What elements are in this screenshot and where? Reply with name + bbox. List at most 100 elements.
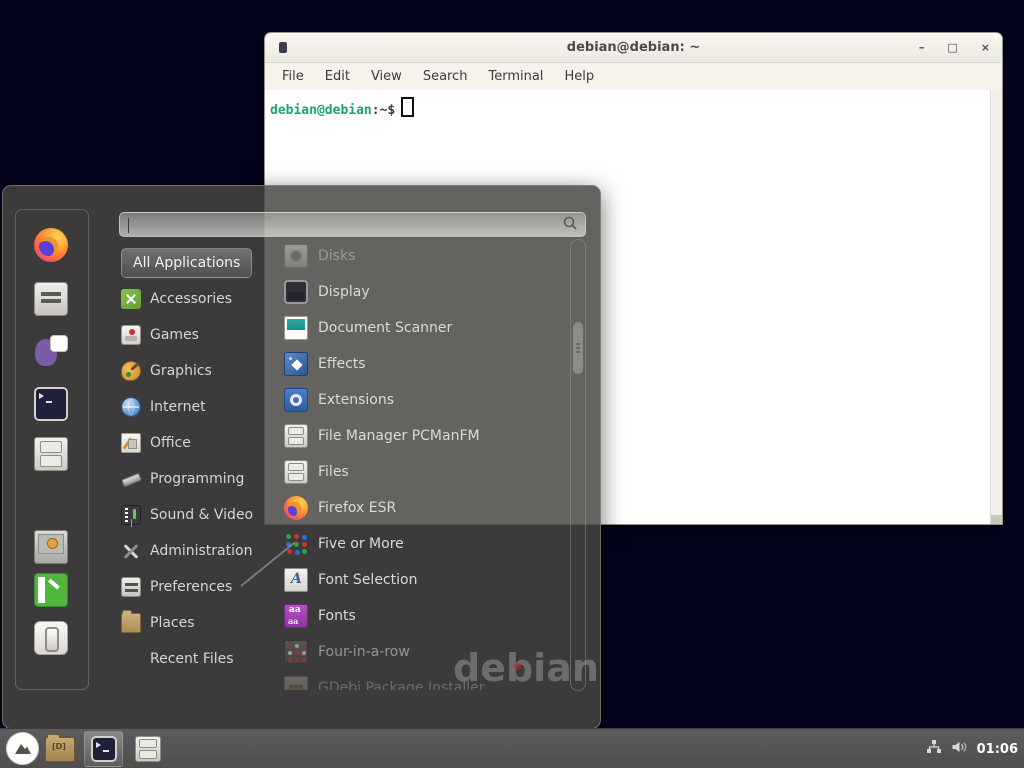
wired-network-icon[interactable] [926, 739, 942, 759]
control-center-icon [34, 282, 68, 316]
app-label: Font Selection [318, 572, 417, 588]
display-icon [284, 280, 308, 304]
menu-file[interactable]: File [282, 69, 304, 84]
minimize-button[interactable]: – [919, 42, 925, 53]
accessories-icon [121, 289, 141, 309]
effects-icon [284, 352, 308, 376]
lock-screen-button[interactable] [34, 530, 68, 564]
programming-icon [121, 469, 141, 489]
lock-screen-icon [34, 530, 68, 564]
category-label: Internet [150, 399, 206, 415]
log-out-button[interactable] [34, 573, 68, 607]
app-label: Effects [318, 356, 366, 372]
category-all-applications[interactable]: All Applications [121, 248, 252, 278]
prompt-path: :~$ [372, 103, 395, 118]
app-label: Display [318, 284, 370, 300]
app-label: GDebi Package Installer [318, 680, 484, 690]
menu-help[interactable]: Help [564, 69, 594, 84]
desktop: debian@debian: ~ – □ × File Edit View Se… [0, 0, 1024, 768]
font-selection-icon [284, 568, 308, 592]
menu-scrollbar-thumb[interactable] [573, 322, 583, 374]
app-row-five-or-more[interactable]: Five or More [284, 526, 570, 562]
category-graphics[interactable]: Graphics [121, 353, 286, 389]
favorite-terminal[interactable] [34, 387, 68, 421]
favorites-sidebar [15, 209, 89, 690]
maximize-button[interactable]: □ [947, 42, 957, 53]
app-row-file-manager-pcmanfm[interactable]: File Manager PCManFM [284, 418, 570, 454]
extensions-icon [284, 388, 308, 412]
files-launcher[interactable] [135, 736, 161, 762]
menu-scrollbar-track[interactable] [570, 239, 586, 691]
category-internet[interactable]: Internet [121, 389, 286, 425]
file-manager-launcher[interactable] [45, 737, 75, 762]
window-title: debian@debian: ~ [567, 40, 700, 55]
category-recent-files[interactable]: Recent Files [121, 641, 286, 677]
text-cursor [401, 97, 414, 117]
app-label: Document Scanner [318, 320, 452, 336]
speaker-icon[interactable] [951, 739, 968, 759]
category-places[interactable]: Places [121, 605, 286, 641]
app-label: Fonts [318, 608, 356, 624]
app-row-effects[interactable]: Effects [284, 346, 570, 382]
preferences-icon [121, 577, 141, 597]
firefox-icon [284, 496, 308, 520]
category-games[interactable]: Games [121, 317, 286, 353]
category-label: Programming [150, 471, 244, 487]
app-row-four-in-a-row[interactable]: Four-in-a-row [284, 634, 570, 670]
shut-down-icon [34, 621, 68, 655]
category-label: Accessories [150, 291, 232, 307]
app-label: Firefox ESR [318, 500, 396, 516]
menu-search[interactable]: Search [423, 69, 468, 84]
office-icon [121, 433, 141, 453]
category-label: Graphics [150, 363, 212, 379]
firefox-icon [34, 228, 68, 262]
favorite-control-center[interactable] [34, 282, 68, 316]
category-label: Places [150, 615, 195, 631]
taskbar: 01:06 [0, 728, 1024, 768]
internet-icon [121, 397, 141, 417]
shut-down-button[interactable] [34, 621, 68, 655]
app-row-gdebi[interactable]: GDebi Package Installer [284, 670, 570, 690]
file-cabinet-icon [284, 424, 308, 448]
terminal-icon [34, 387, 68, 421]
favorite-firefox[interactable] [34, 228, 68, 262]
category-preferences[interactable]: Preferences [121, 569, 286, 605]
terminal-scrollbar[interactable] [990, 90, 1002, 524]
category-administration[interactable]: Administration [121, 533, 286, 569]
terminal-task-button[interactable] [84, 731, 123, 767]
app-row-disks[interactable]: Disks [284, 238, 570, 274]
app-label: Five or More [318, 536, 404, 552]
app-row-fonts[interactable]: Fonts [284, 598, 570, 634]
system-tray: 01:06 [926, 729, 1018, 768]
app-row-document-scanner[interactable]: Document Scanner [284, 310, 570, 346]
category-office[interactable]: Office [121, 425, 286, 461]
menu-terminal[interactable]: Terminal [488, 69, 543, 84]
app-row-display[interactable]: Display [284, 274, 570, 310]
category-label: Preferences [150, 579, 232, 595]
category-sound-video[interactable]: Sound & Video [121, 497, 286, 533]
search-input[interactable] [120, 213, 562, 236]
disks-icon [284, 244, 308, 268]
terminal-icon [91, 736, 117, 762]
clock[interactable]: 01:06 [977, 742, 1018, 757]
favorite-pidgin[interactable] [34, 333, 68, 367]
search-caret [128, 218, 129, 233]
menu-button[interactable] [6, 732, 39, 765]
app-row-extensions[interactable]: Extensions [284, 382, 570, 418]
category-label: Administration [150, 543, 252, 559]
app-row-firefox-esr[interactable]: Firefox ESR [284, 490, 570, 526]
terminal-titlebar[interactable]: debian@debian: ~ – □ × [265, 33, 1002, 63]
menu-edit[interactable]: Edit [325, 69, 350, 84]
terminal-menubar: File Edit View Search Terminal Help [265, 63, 1002, 90]
spacer [121, 649, 141, 669]
category-accessories[interactable]: Accessories [121, 281, 286, 317]
graphics-icon [121, 361, 141, 381]
app-row-font-selection[interactable]: Font Selection [284, 562, 570, 598]
sound-video-icon [121, 505, 141, 525]
favorite-files[interactable] [34, 437, 68, 471]
menu-view[interactable]: View [371, 69, 402, 84]
shell-prompt: debian@debian:~$ [265, 90, 1002, 118]
app-row-files[interactable]: Files [284, 454, 570, 490]
close-button[interactable]: × [981, 42, 990, 53]
category-programming[interactable]: Programming [121, 461, 286, 497]
